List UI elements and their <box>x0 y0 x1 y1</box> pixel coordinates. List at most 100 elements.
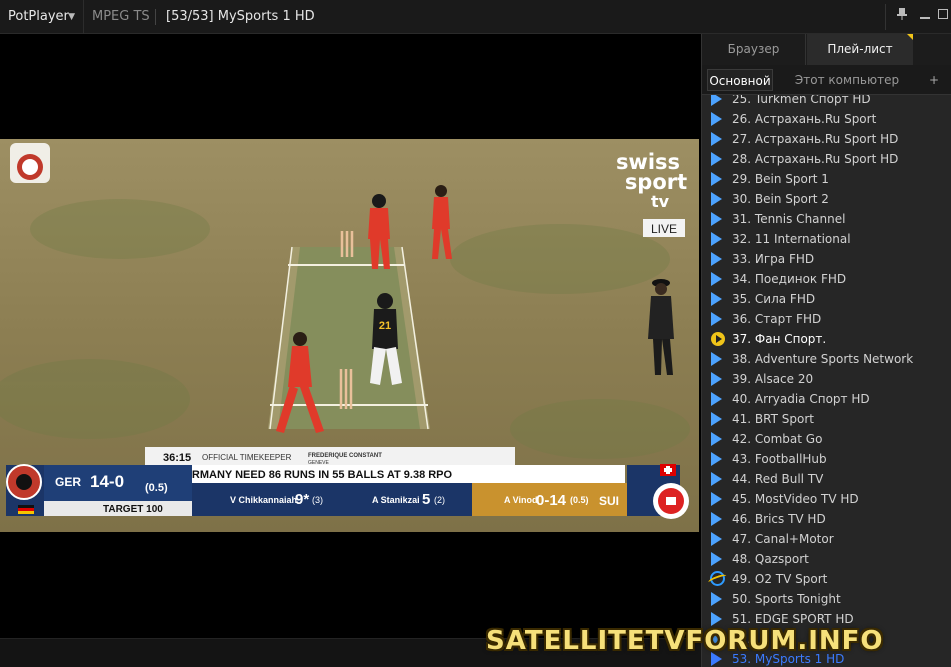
chevron-down-icon: ▼ <box>68 12 75 22</box>
video-area[interactable]: 21 swiss sport tv LIVE 36:15 OFFICIAL TI… <box>0 34 701 638</box>
play-icon <box>711 352 723 366</box>
playlist-item-label: 40. Arryadia Спорт HD <box>732 392 870 406</box>
playlist-item[interactable]: 30. Bein Sport 2 <box>702 189 951 209</box>
app-menu-button[interactable]: PotPlayer ▼ <box>0 0 84 34</box>
potplayer-window: PotPlayer ▼ MPEG TS [53/53] MySports 1 H… <box>0 0 951 667</box>
play-icon <box>711 432 723 446</box>
svg-text:14-0: 14-0 <box>90 472 124 491</box>
playlist-item-label: 28. Астрахань.Ru Sport HD <box>732 152 899 166</box>
playlist-item[interactable]: 46. Brics TV HD <box>702 509 951 529</box>
svg-text:(0.5): (0.5) <box>145 482 168 494</box>
playlist-item-label: 49. O2 TV Sport <box>732 572 828 586</box>
playlist-item[interactable]: 47. Canal+Motor <box>702 529 951 549</box>
playlist-item[interactable]: 28. Астрахань.Ru Sport HD <box>702 149 951 169</box>
playlist-item-label: 34. Поединок FHD <box>732 272 847 286</box>
play-icon <box>711 612 723 626</box>
svg-text:SUI: SUI <box>599 494 619 508</box>
play-icon <box>711 292 723 306</box>
playlist-item-label: 43. FootballHub <box>732 452 827 466</box>
playlist-item-label: 38. Adventure Sports Network <box>732 352 914 366</box>
svg-text:OFFICIAL TIMEKEEPER: OFFICIAL TIMEKEEPER <box>202 453 292 462</box>
playlist-item-label: 42. Combat Go <box>732 432 823 446</box>
playlist-item[interactable]: 44. Red Bull TV <box>702 469 951 489</box>
svg-text:(3): (3) <box>312 495 323 505</box>
play-icon <box>711 252 723 266</box>
app-name: PotPlayer <box>8 9 69 24</box>
playlist-item-label: 33. Игра FHD <box>732 252 815 266</box>
play-icon <box>711 492 723 506</box>
playlist-item-label: 48. Qazsport <box>732 552 809 566</box>
playlist-item[interactable]: 36. Старт FHD <box>702 309 951 329</box>
play-icon <box>711 152 723 166</box>
cricket-scene: 21 swiss sport tv LIVE 36:15 OFFICIAL TI… <box>0 139 699 532</box>
playlist-item[interactable]: 34. Поединок FHD <box>702 269 951 289</box>
add-playlist-button[interactable]: + <box>922 69 946 91</box>
video-frame[interactable]: 21 swiss sport tv LIVE 36:15 OFFICIAL TI… <box>0 139 699 532</box>
live-badge: LIVE <box>643 219 685 237</box>
playlist-item[interactable]: 39. Alsace 20 <box>702 369 951 389</box>
playlist-subtabs: Основной Этот компьютер + <box>702 65 951 95</box>
play-icon <box>711 412 723 426</box>
play-icon <box>711 512 723 526</box>
minimize-icon[interactable] <box>914 0 936 34</box>
title-bar: PotPlayer ▼ MPEG TS [53/53] MySports 1 H… <box>0 0 951 34</box>
playlist-item-label: 50. Sports Tonight <box>732 592 841 606</box>
tab-browser[interactable]: Браузер <box>702 34 806 65</box>
play-icon <box>711 132 723 146</box>
play-icon <box>711 452 723 466</box>
playlist-item-label: 45. MostVideo TV HD <box>732 492 859 506</box>
divider <box>885 4 886 30</box>
playlist-item[interactable]: 27. Астрахань.Ru Sport HD <box>702 129 951 149</box>
playlist-item[interactable]: 48. Qazsport <box>702 549 951 569</box>
playlist-item[interactable]: 43. FootballHub <box>702 449 951 469</box>
playlist-item[interactable]: 42. Combat Go <box>702 429 951 449</box>
playlist-item-label: 39. Alsace 20 <box>732 372 814 386</box>
playlist-item[interactable]: 33. Игра FHD <box>702 249 951 269</box>
playlist-item[interactable]: 29. Bein Sport 1 <box>702 169 951 189</box>
play-icon <box>711 372 723 386</box>
play-icon <box>711 192 723 206</box>
playlist-item-label: 25. Turkmen Спорт HD <box>732 95 871 106</box>
playlist-item-label: 27. Астрахань.Ru Sport HD <box>732 132 899 146</box>
svg-text:tv: tv <box>651 192 670 211</box>
svg-text:sport: sport <box>625 170 687 194</box>
playlist-item-label: 37. Фан Спорт. <box>732 332 827 346</box>
playlist-item[interactable]: 31. Tennis Channel <box>702 209 951 229</box>
playlist-item[interactable]: 26. Астрахань.Ru Sport <box>702 109 951 129</box>
playlist-item[interactable]: 37. Фан Спорт. <box>702 329 951 349</box>
svg-text:LIVE: LIVE <box>651 222 677 236</box>
playlist-item-label: 26. Астрахань.Ru Sport <box>732 112 877 126</box>
svg-text:TARGET 100: TARGET 100 <box>103 504 163 515</box>
ie-icon <box>710 571 725 586</box>
play-icon <box>711 112 723 126</box>
watermark: SATELLITETVFORUM.INFO <box>486 626 884 656</box>
playlist-item[interactable]: 45. MostVideo TV HD <box>702 489 951 509</box>
play-icon <box>711 172 723 186</box>
playlist-item[interactable]: 38. Adventure Sports Network <box>702 349 951 369</box>
playlist-item-label: 36. Старт FHD <box>732 312 822 326</box>
playlist-item-label: 32. 11 International <box>732 232 851 246</box>
playlist-item[interactable]: 35. Сила FHD <box>702 289 951 309</box>
svg-text:21: 21 <box>379 320 391 332</box>
playlist-item[interactable]: 50. Sports Tonight <box>702 589 951 609</box>
stream-format: MPEG TS <box>92 9 150 24</box>
playlist-item[interactable]: 41. BRT Sport <box>702 409 951 429</box>
tab-playlist[interactable]: Плей-лист <box>807 34 913 65</box>
maximize-icon[interactable] <box>934 0 951 34</box>
subtab-this-computer[interactable]: Этот компьютер <box>780 69 914 91</box>
playlist[interactable]: 25. Turkmen Спорт HD 26. Астрахань.Ru Spo… <box>702 95 951 667</box>
play-icon <box>711 592 723 606</box>
playlist-item-label: 46. Brics TV HD <box>732 512 826 526</box>
playlist-item[interactable]: 25. Turkmen Спорт HD <box>702 95 951 109</box>
playlist-item[interactable]: 49. O2 TV Sport <box>702 569 951 589</box>
svg-text:FREDERIQUE CONSTANT: FREDERIQUE CONSTANT <box>308 453 382 459</box>
playlist-item-label: 51. EDGE SPORT HD <box>732 612 854 626</box>
corner-marker-icon <box>907 34 913 40</box>
subtab-main[interactable]: Основной <box>707 69 773 91</box>
playlist-item-label: 41. BRT Sport <box>732 412 814 426</box>
playlist-item[interactable]: 40. Arryadia Спорт HD <box>702 389 951 409</box>
playlist-item[interactable]: 32. 11 International <box>702 229 951 249</box>
pin-icon[interactable] <box>891 0 913 34</box>
svg-text:5: 5 <box>422 491 430 508</box>
tab-playlist-label: Плей-лист <box>827 42 893 56</box>
